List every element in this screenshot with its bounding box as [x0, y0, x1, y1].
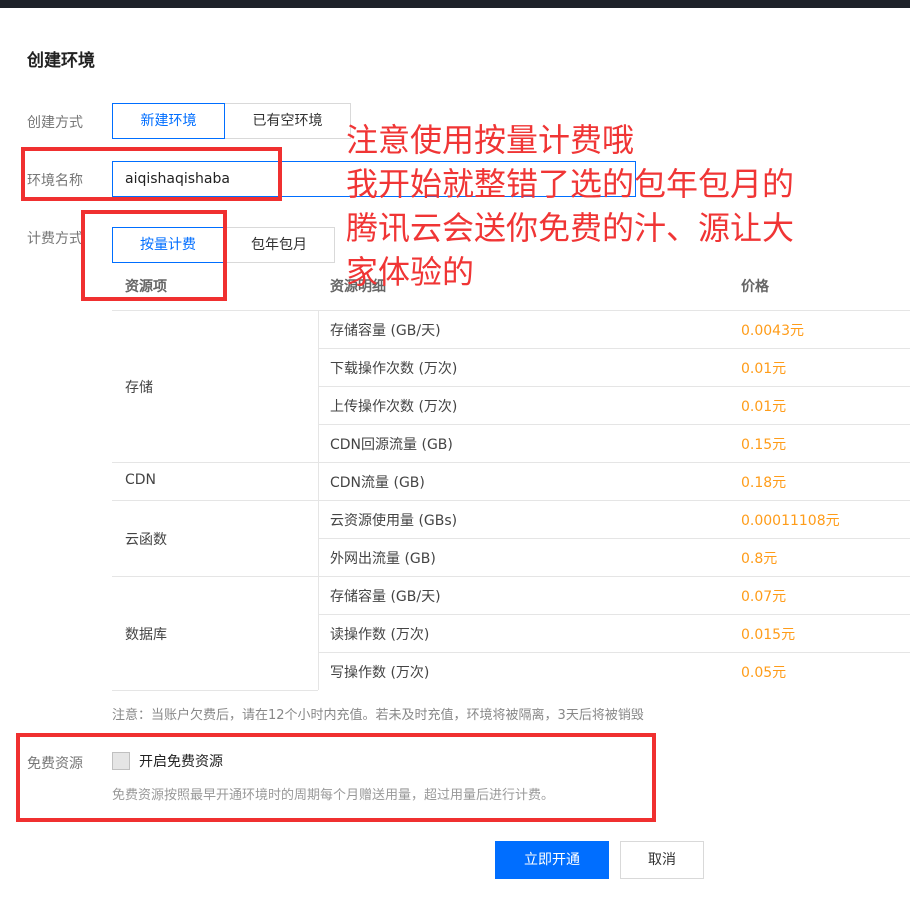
annotation-line: 腾讯云会送你免费的汁、源让大: [346, 209, 795, 247]
annotation-line: 注意使用按量计费哦: [346, 121, 635, 159]
row-price: 0.05元: [741, 665, 787, 681]
row-detail: 下载操作次数 (万次): [330, 361, 458, 377]
category-function: 云函数: [125, 532, 167, 548]
annotation-line: 我开始就整错了选的包年包月的: [346, 165, 795, 203]
annotation-box-free-resource: [16, 733, 656, 822]
table-divider: [112, 310, 910, 311]
category-storage: 存储: [125, 380, 153, 396]
row-price: 0.015元: [741, 627, 796, 643]
annotation-line: 家体验的: [346, 253, 475, 291]
row-detail: 外网出流量 (GB): [330, 551, 436, 567]
row-detail: 云资源使用量 (GBs): [330, 513, 458, 529]
row-detail: 读操作数 (万次): [330, 627, 430, 643]
table-divider: [318, 386, 910, 387]
table-divider: [318, 424, 910, 425]
create-method-existing-env-option[interactable]: 已有空环境: [225, 103, 351, 139]
row-detail: CDN回源流量 (GB): [330, 437, 453, 453]
table-divider: [318, 614, 910, 615]
top-bar: [0, 0, 910, 8]
row-price: 0.15元: [741, 437, 787, 453]
cancel-button[interactable]: 取消: [620, 841, 704, 879]
table-divider: [112, 690, 318, 691]
row-detail: 写操作数 (万次): [330, 665, 430, 681]
category-database: 数据库: [125, 627, 167, 643]
table-divider: [112, 500, 910, 501]
arrears-note: 注意：当账户欠费后，请在12个小时内充值。若未及时充值，环境将被隔离，3天后将被…: [112, 708, 644, 723]
row-price: 0.00011108元: [741, 513, 840, 529]
table-divider: [318, 538, 910, 539]
row-detail: 存储容量 (GB/天): [330, 323, 441, 339]
row-price: 0.07元: [741, 589, 787, 605]
table-divider: [112, 462, 910, 463]
annotation-text: 注意使用按量计费哦 我开始就整错了选的包年包月的 腾讯云会送你免费的汁、源让大 …: [346, 118, 901, 294]
row-price: 0.01元: [741, 361, 787, 377]
row-price: 0.8元: [741, 551, 778, 567]
row-detail: 上传操作次数 (万次): [330, 399, 458, 415]
row-price: 0.0043元: [741, 323, 804, 339]
table-divider: [318, 652, 910, 653]
table-divider: [112, 576, 910, 577]
billing-label: 计费方式: [27, 231, 83, 247]
table-divider: [318, 348, 910, 349]
table-column-divider: [318, 310, 319, 690]
annotation-box-env-name: [21, 147, 282, 201]
annotation-box-billing: [81, 210, 227, 301]
open-now-button[interactable]: 立即开通: [495, 841, 609, 879]
create-method-segment: 新建环境 已有空环境: [112, 103, 351, 139]
row-detail: CDN流量 (GB): [330, 475, 425, 491]
create-method-new-env-option[interactable]: 新建环境: [112, 103, 225, 139]
dialog-title: 创建环境: [27, 51, 95, 71]
row-detail: 存储容量 (GB/天): [330, 589, 441, 605]
row-price: 0.18元: [741, 475, 787, 491]
create-method-label: 创建方式: [27, 115, 83, 131]
row-price: 0.01元: [741, 399, 787, 415]
billing-monthly-option[interactable]: 包年包月: [224, 227, 335, 263]
category-cdn: CDN: [125, 472, 157, 488]
